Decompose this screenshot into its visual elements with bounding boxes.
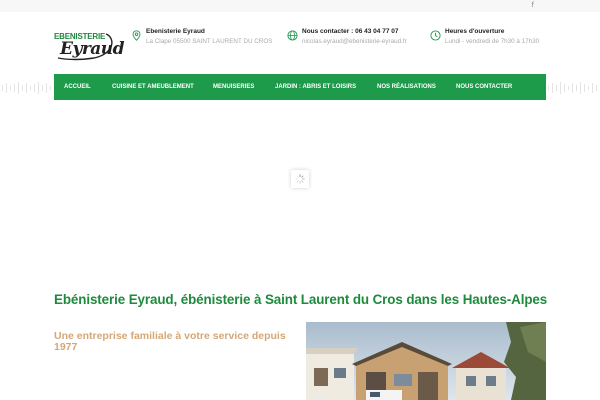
workshop-photo-illustration <box>306 322 546 400</box>
email-address[interactable]: nicolas.eyraud@ebenisterie-eyraud.fr <box>302 38 407 45</box>
nav-item-jardin[interactable]: Jardin : abris et loisirs <box>275 74 377 100</box>
map-pin-icon <box>132 30 141 41</box>
logo-text-line2: Eyraud <box>60 39 125 59</box>
nav-item-cuisine-ameublement[interactable]: Cuisine et ameublement <box>112 74 213 100</box>
hours-title: Heures d'ouverture <box>445 28 505 35</box>
site-logo[interactable]: EBENISTERIE Eyraud <box>54 28 125 64</box>
main-navigation: Accueil Cuisine et ameublement Menuiseri… <box>54 74 546 100</box>
workshop-photo <box>306 322 546 400</box>
site-header: EBENISTERIE Eyraud Ebenisterie Eyraud La… <box>54 24 546 68</box>
top-bar: f <box>0 0 600 12</box>
facebook-icon[interactable]: f <box>532 1 534 9</box>
decorative-bars-right <box>548 82 597 94</box>
globe-icon <box>287 30 298 41</box>
nav-item-realisations[interactable]: Nos réalisations <box>377 74 456 100</box>
spinner-icon <box>295 174 305 184</box>
nav-item-menuiseries[interactable]: Menuiseries <box>213 74 275 100</box>
company-address: La Clape 05500 SAINT LAURENT DU CROS <box>146 38 273 45</box>
nav-item-contact[interactable]: Nous contacter <box>456 74 536 100</box>
company-name: Ebenisterie Eyraud <box>146 28 205 35</box>
nav-item-accueil[interactable]: Accueil <box>54 74 112 100</box>
page-heading: Ebénisterie Eyraud, ébénisterie à Saint … <box>54 292 548 307</box>
phone-number[interactable]: Nous contacter : 06 43 04 77 07 <box>302 28 398 35</box>
section-subheading: Une entreprise familiale à votre service… <box>54 330 286 353</box>
slider-loading-spinner <box>291 170 309 188</box>
clock-icon <box>430 30 441 41</box>
hours-value: Lundi - vendredi de 7h30 à 17h30 <box>445 38 540 45</box>
decorative-bars-left <box>2 82 51 94</box>
